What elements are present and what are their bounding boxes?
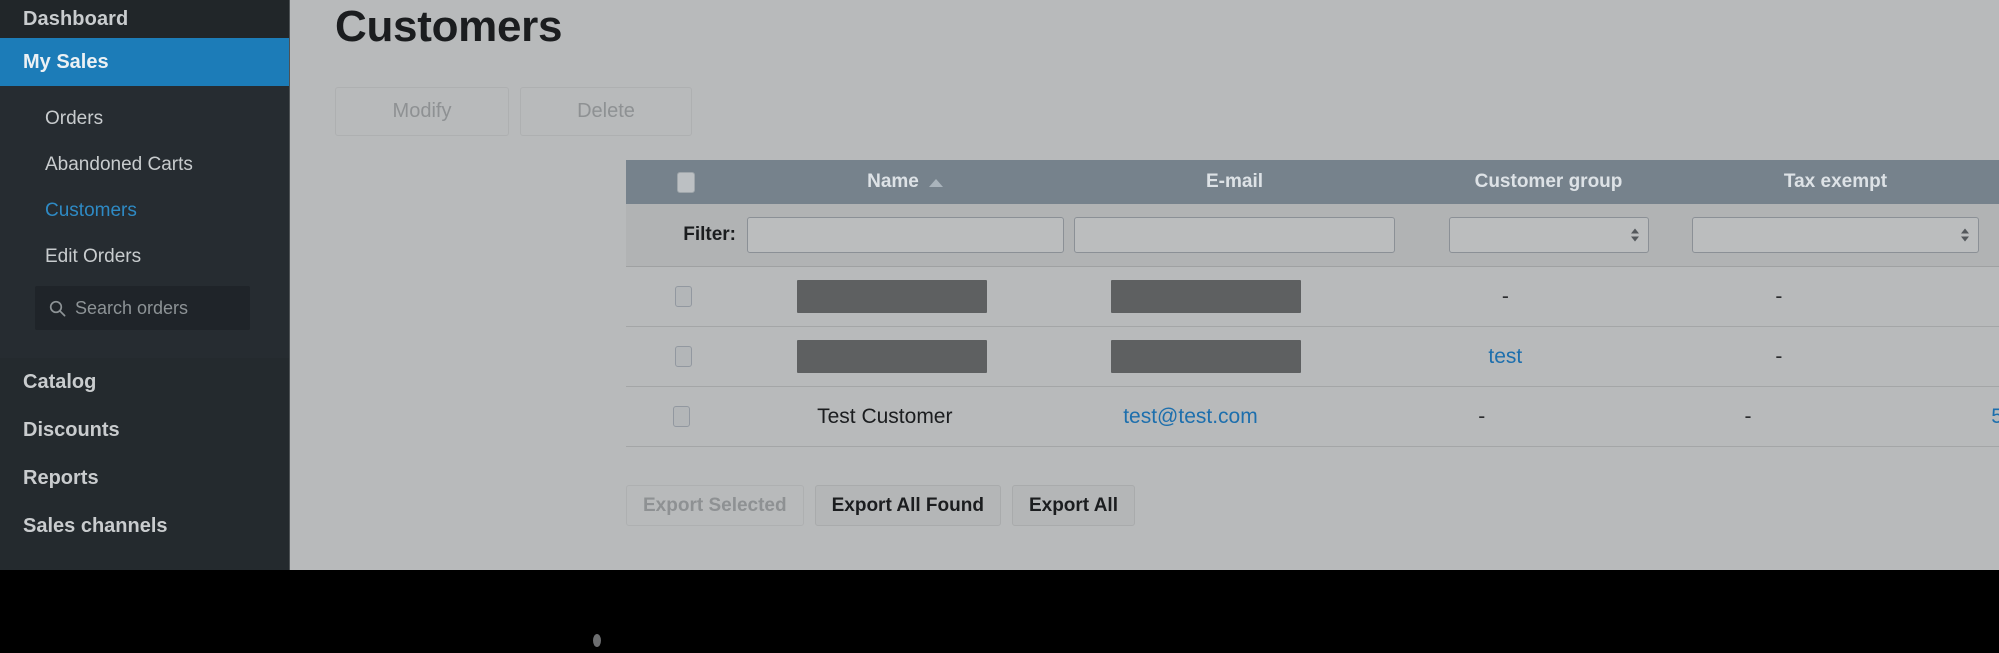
cell-customer-group[interactable]: test (1369, 345, 1643, 369)
cell-order-count[interactable]: 0 (1916, 285, 1999, 309)
cell-order-count[interactable]: 0 (1916, 345, 1999, 369)
device-bottom-bar (0, 570, 1999, 653)
cell-tax-exempt: - (1775, 284, 1783, 308)
export-all-button[interactable]: Export All (1011, 485, 1135, 526)
cell-tax-exempt: - (1775, 344, 1783, 368)
filter-group-cell (1405, 217, 1692, 253)
sidebar-item-customers[interactable]: Customers (0, 188, 289, 234)
table-row[interactable]: - - 0 (626, 267, 1999, 327)
filter-tax-exempt-select[interactable] (1692, 217, 1979, 253)
sidebar-item-catalog[interactable]: Catalog (0, 358, 289, 406)
export-selected-button[interactable]: Export Selected (626, 485, 804, 526)
filter-label: Filter: (683, 224, 736, 245)
home-indicator (593, 634, 601, 647)
row-select-checkbox[interactable] (626, 286, 740, 307)
cell-order-count[interactable]: 5 (1881, 405, 1999, 429)
cell-name (740, 340, 1043, 373)
table-row[interactable]: Test Customer test@test.com - - 5 (626, 387, 1999, 447)
column-header-email[interactable]: E-mail (1064, 171, 1405, 193)
cell-name: Test Customer (817, 404, 953, 428)
select-all-checkbox[interactable] (626, 171, 746, 193)
customers-table: Name E-mail Customer group Tax exempt Or… (626, 160, 1999, 447)
filter-email-input[interactable] (1074, 217, 1395, 253)
sidebar-item-orders[interactable]: Orders (0, 96, 289, 142)
search-orders-input[interactable]: Search orders (35, 286, 250, 330)
filter-name-input[interactable] (746, 217, 1064, 253)
column-header-name[interactable]: Name (746, 171, 1064, 193)
filter-name-cell (746, 217, 1064, 253)
search-icon (49, 300, 66, 317)
filter-customer-group-select[interactable] (1448, 217, 1649, 253)
sort-ascending-icon (928, 179, 943, 187)
sidebar-item-dashboard[interactable]: Dashboard (0, 0, 289, 38)
sidebar-item-label: Catalog (23, 370, 97, 393)
column-header-customer-group[interactable]: Customer group (1405, 171, 1692, 193)
cell-name (740, 280, 1043, 313)
sidebar-item-label: Reports (23, 466, 99, 489)
sidebar-item-discounts[interactable]: Discounts (0, 406, 289, 454)
table-row[interactable]: test - 0 (626, 327, 1999, 387)
select-arrows-icon (1961, 228, 1969, 242)
sidebar-item-label: Orders (45, 108, 104, 129)
cell-email (1044, 280, 1369, 313)
cell-email: test@test.com (1032, 405, 1348, 429)
sidebar-item-label: Customers (45, 200, 137, 221)
delete-button[interactable]: Delete (520, 87, 692, 136)
sidebar-item-label: Edit Orders (45, 246, 142, 267)
sidebar-item-label: Dashboard (23, 7, 129, 30)
sidebar-submenu: Orders Abandoned Carts Customers Edit Or… (0, 86, 289, 358)
table-header-row: Name E-mail Customer group Tax exempt Or… (626, 160, 1999, 204)
checkbox-icon (674, 286, 692, 307)
checkbox-icon (673, 406, 691, 427)
cell-customer-group: - (1478, 404, 1486, 428)
cell-customer-group: - (1501, 284, 1509, 308)
select-arrows-icon (1630, 228, 1639, 242)
sidebar-item-abandoned-carts[interactable]: Abandoned Carts (0, 142, 289, 188)
sidebar-item-label: Discounts (23, 418, 120, 441)
page-title: Customers (335, 2, 563, 51)
sidebar: Dashboard My Sales Orders Abandoned Cart… (0, 0, 289, 570)
filter-order-count-cell: – (1979, 216, 1999, 254)
checkbox-icon (677, 171, 695, 193)
sidebar-item-label: My Sales (23, 50, 109, 73)
sidebar-item-label: Abandoned Carts (45, 154, 193, 175)
export-all-found-button[interactable]: Export All Found (814, 485, 1001, 526)
app-window: Dashboard My Sales Orders Abandoned Cart… (0, 0, 1999, 653)
column-header-order-count[interactable]: Order Count (1979, 171, 1999, 193)
email-link[interactable]: test@test.com (1123, 405, 1258, 429)
checkbox-icon (674, 346, 692, 367)
redaction-block (796, 340, 987, 373)
row-select-checkbox[interactable] (626, 406, 737, 427)
main-content: Customers Modify Delete Name E-mail Cust… (290, 0, 1999, 570)
sidebar-item-label: Sales channels (23, 514, 168, 537)
search-placeholder: Search orders (75, 297, 189, 318)
action-toolbar: Modify Delete (335, 87, 692, 136)
sidebar-item-my-sales[interactable]: My Sales (0, 38, 289, 86)
sidebar-item-sales-channels[interactable]: Sales channels (0, 502, 289, 550)
sidebar-item-reports[interactable]: Reports (0, 454, 289, 502)
filter-email-cell (1064, 217, 1405, 253)
column-header-tax-exempt[interactable]: Tax exempt (1692, 171, 1979, 193)
cell-email (1044, 340, 1369, 373)
cell-tax-exempt: - (1744, 404, 1752, 428)
redaction-block (1111, 340, 1302, 373)
column-label: Name (867, 171, 919, 192)
filter-tax-cell (1692, 217, 1979, 253)
sidebar-item-edit-orders[interactable]: Edit Orders (0, 234, 289, 280)
export-toolbar: Export Selected Export All Found Export … (626, 485, 1135, 526)
row-select-checkbox[interactable] (626, 346, 740, 367)
modify-button[interactable]: Modify (335, 87, 509, 136)
redaction-block (1111, 280, 1302, 313)
redaction-block (796, 280, 987, 313)
filter-row: Filter: (626, 204, 1999, 267)
